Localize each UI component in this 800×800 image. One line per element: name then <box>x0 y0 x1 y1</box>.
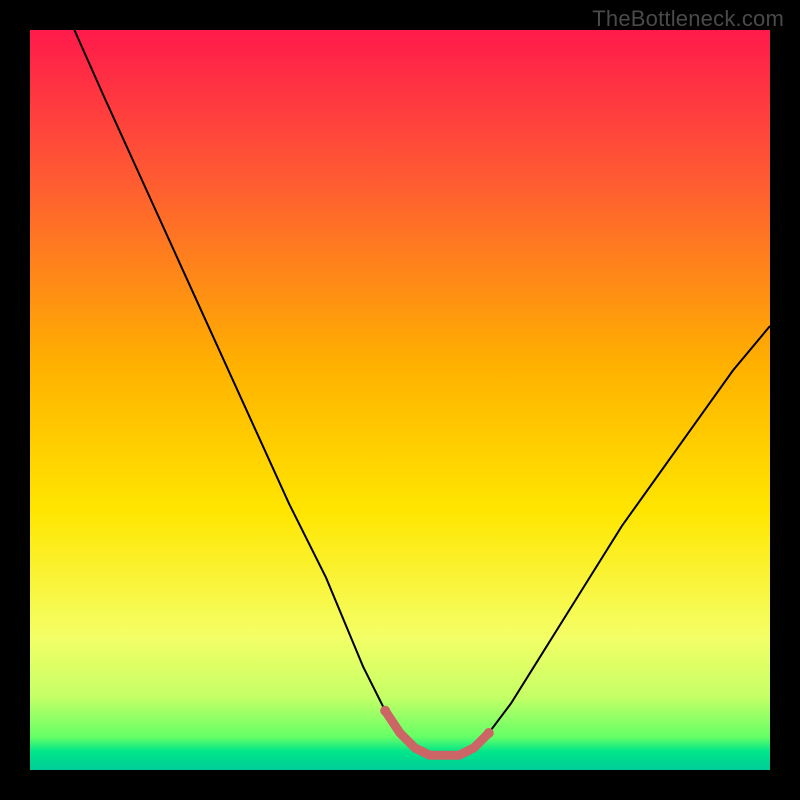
chart-frame: TheBottleneck.com <box>0 0 800 800</box>
gradient-background <box>30 30 770 770</box>
plot-area <box>30 30 770 770</box>
highlight-start-dot <box>380 706 390 716</box>
highlight-end-dot <box>484 728 494 738</box>
watermark-text: TheBottleneck.com <box>592 6 784 32</box>
bottleneck-chart <box>30 30 770 770</box>
